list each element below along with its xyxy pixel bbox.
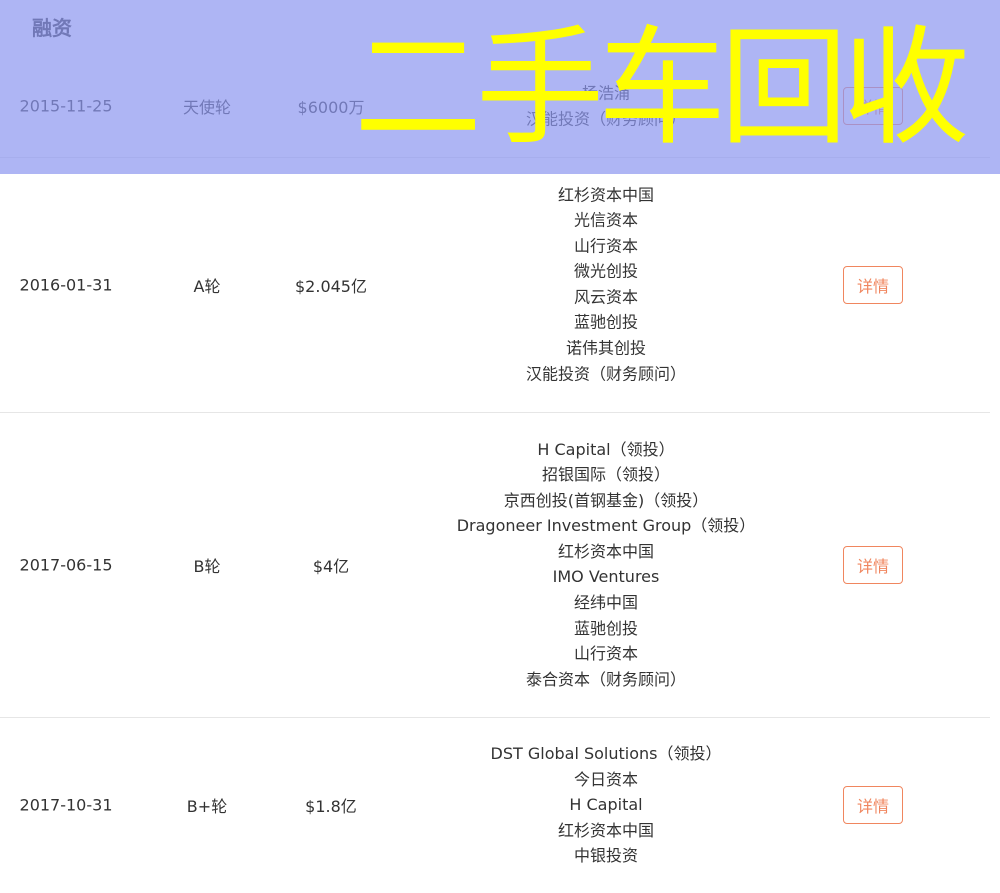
investor-name: H Capital（领投） (537, 439, 675, 459)
funding-date: 2016-01-31 (19, 275, 113, 294)
investor-list: 杨浩涌 汉能投资（财务顾问） (526, 80, 686, 131)
investor-name: 中银投资 (573, 846, 639, 866)
funding-date: 2017-06-15 (19, 555, 113, 574)
funding-amount: $2.045亿 (295, 276, 367, 296)
investor-name: 泰合资本（财务顾问） (525, 669, 687, 689)
investor-name: H Capital (569, 795, 643, 815)
investor-name: 蓝驰创投 (573, 618, 639, 638)
investor-name: 山行资本 (573, 644, 639, 664)
investor-name: 蓝驰创投 (573, 313, 639, 333)
investor-list: 红杉资本中国 光信资本 山行资本 微光创投 风云资本 蓝驰创投 诺伟其创投 汉能… (526, 182, 686, 387)
section-title: 融资 (32, 16, 72, 40)
investor-name: 汉能投资（财务顾问） (525, 364, 687, 384)
funding-row: 2015-11-25 天使轮 $6000万 杨浩涌 汉能投资（财务顾问） 详情 (0, 55, 990, 158)
investor-list: H Capital（领投） 招银国际（领投） 京西创投(首钢基金)（领投） Dr… (457, 437, 756, 693)
investor-name: Dragoneer Investment Group（领投） (456, 516, 756, 536)
investor-name: 光信资本 (573, 210, 639, 230)
funding-round: B轮 (193, 556, 221, 576)
detail-button[interactable]: 详情 (843, 786, 903, 824)
investor-name: 红杉资本中国 (557, 541, 655, 561)
investor-name: DST Global Solutions（领投） (490, 744, 722, 764)
investor-name: 京西创投(首钢基金)（领投） (503, 490, 709, 510)
detail-button[interactable]: 详情 (843, 87, 903, 125)
investor-name: 红杉资本中国 (557, 820, 655, 840)
investor-name: 今日资本 (573, 769, 639, 789)
funding-date: 2017-10-31 (19, 795, 113, 815)
funding-round: A轮 (193, 276, 221, 296)
funding-round: 天使轮 (182, 98, 232, 117)
detail-button[interactable]: 详情 (843, 265, 903, 304)
investor-name: 风云资本 (573, 287, 639, 307)
funding-row: 2016-01-31 A轮 $2.045亿 红杉资本中国 光信资本 山行资本 微… (0, 157, 990, 413)
investor-name: 红杉资本中国 (557, 185, 655, 205)
investor-name: IMO Ventures (552, 567, 660, 587)
funding-round: B+轮 (186, 797, 228, 816)
funding-row: 2017-10-31 B+轮 $1.8亿 DST Global Solution… (0, 717, 990, 893)
investor-list: DST Global Solutions（领投） 今日资本 H Capital … (491, 741, 722, 869)
investor-name: 微光创投 (573, 261, 639, 281)
investor-name: 诺伟其创投 (565, 338, 647, 358)
funding-amount: $6000万 (297, 98, 365, 117)
investor-name: 经纬中国 (573, 593, 639, 613)
investor-name: 招银国际（领投） (541, 465, 671, 485)
funding-amount: $4亿 (312, 556, 350, 576)
funding-row: 2017-06-15 B轮 $4亿 H Capital（领投） 招银国际（领投）… (0, 412, 990, 718)
funding-date: 2015-11-25 (19, 96, 113, 116)
investor-name: 山行资本 (573, 236, 639, 256)
investor-name: 杨浩涌 (581, 83, 631, 103)
detail-button[interactable]: 详情 (843, 545, 903, 584)
funding-amount: $1.8亿 (305, 797, 357, 816)
investor-name: 汉能投资（财务顾问） (525, 109, 687, 128)
